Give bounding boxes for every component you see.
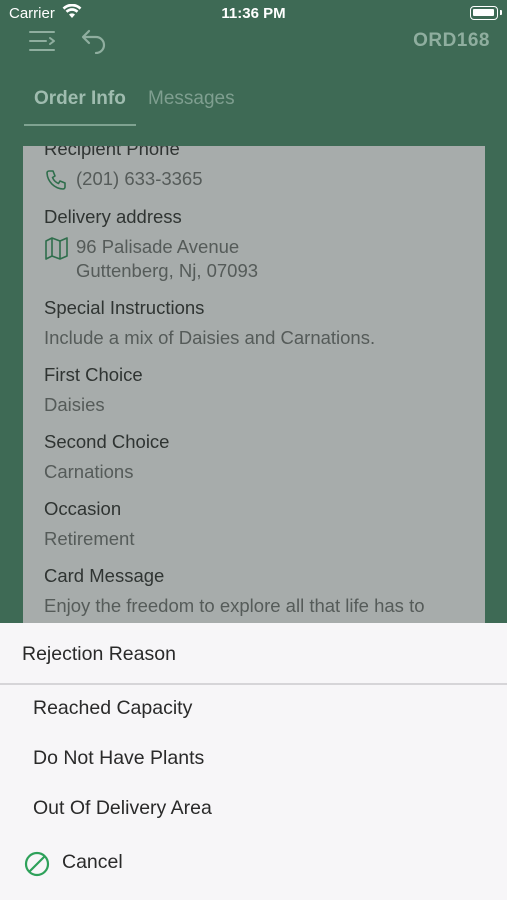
card-message-value: Enjoy the freedom to explore all that li…: [44, 595, 425, 616]
battery-icon: [470, 6, 502, 20]
cancel-label: Cancel: [62, 851, 123, 873]
occasion-value: Retirement: [44, 528, 135, 549]
option-out-of-delivery-area[interactable]: Out Of Delivery Area: [33, 797, 212, 820]
option-do-not-have-plants[interactable]: Do Not Have Plants: [33, 747, 204, 770]
tab-order-info[interactable]: Order Info: [34, 88, 126, 110]
sheet-divider: [0, 683, 507, 685]
first-choice-value: Daisies: [44, 394, 105, 415]
status-time: 11:36 PM: [221, 5, 286, 22]
navigation-bar: ORD168: [0, 22, 507, 64]
menu-icon[interactable]: [28, 28, 58, 54]
recipient-phone-value[interactable]: (201) 633-3365: [76, 168, 203, 190]
undo-arrow-icon[interactable]: [80, 28, 108, 54]
special-instructions-label: Special Instructions: [44, 297, 205, 318]
option-reached-capacity[interactable]: Reached Capacity: [33, 697, 192, 720]
second-choice-label: Second Choice: [44, 431, 170, 452]
map-icon: [45, 237, 68, 260]
sheet-title: Rejection Reason: [22, 643, 176, 665]
rejection-reason-sheet: Rejection Reason Reached Capacity Do Not…: [0, 623, 507, 900]
order-id: ORD168: [413, 30, 490, 51]
card-message-label: Card Message: [44, 565, 165, 586]
special-instructions-value: Include a mix of Daisies and Carnations.: [44, 327, 376, 348]
delivery-address-label: Delivery address: [44, 206, 182, 227]
first-choice-label: First Choice: [44, 364, 143, 385]
tab-messages[interactable]: Messages: [148, 88, 235, 110]
occasion-label: Occasion: [44, 498, 122, 519]
order-details-card: Recipient Phone (201) 633-3365 Delivery …: [23, 146, 485, 636]
recipient-phone-label: Recipient Phone: [44, 146, 180, 159]
address-line-2[interactable]: Guttenberg, Nj, 07093: [76, 260, 258, 282]
second-choice-value: Carnations: [44, 461, 134, 482]
address-line-1[interactable]: 96 Palisade Avenue: [76, 236, 239, 258]
cancel-button[interactable]: Cancel: [24, 849, 224, 879]
active-tab-indicator: [24, 124, 136, 126]
cancel-icon: [24, 851, 50, 877]
tab-bar: Order Info Messages: [0, 84, 507, 128]
phone-icon: [46, 170, 66, 190]
